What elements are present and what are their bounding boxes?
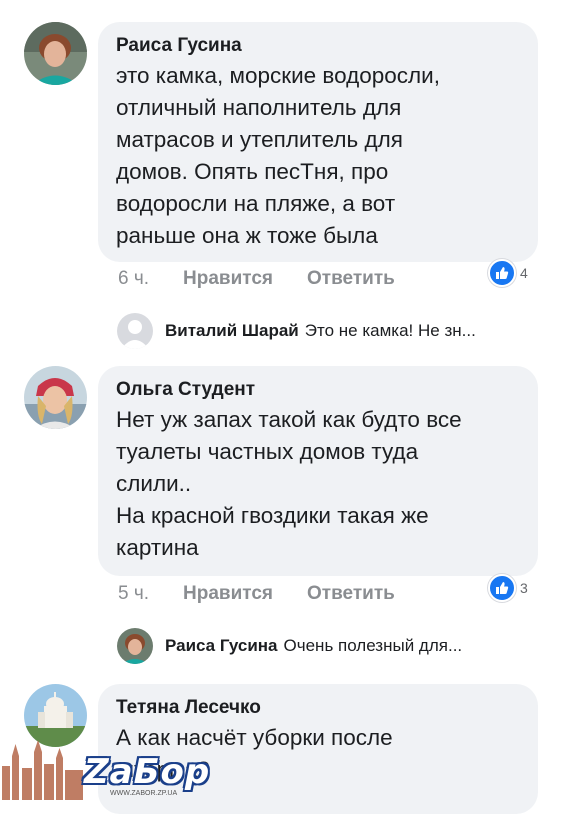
reply-author[interactable]: Виталий Шарай	[165, 321, 299, 341]
comment-author[interactable]: Раиса Гусина	[116, 34, 520, 58]
reply-text: Это не камка! Не зн...	[304, 321, 476, 340]
comment-bubble: Ольга Студент Нет уж запах такой как буд…	[98, 366, 538, 576]
reply-author[interactable]: Раиса Гусина	[165, 636, 278, 656]
reply-preview[interactable]: Виталий Шарай Это не камка! Не зн...	[117, 313, 476, 349]
comment-author[interactable]: Ольга Студент	[116, 378, 520, 402]
reaction-count-label: 4	[520, 265, 528, 281]
reaction-count-label: 3	[520, 580, 528, 596]
avatar-placeholder	[117, 313, 153, 349]
watermark-url: WWW.ZABOR.ZP.UA	[110, 790, 178, 797]
thumbs-up-icon	[488, 259, 516, 287]
comment-time[interactable]: 6 ч.	[118, 268, 149, 290]
comment-actions: 5 ч. Нравится Ответить	[118, 583, 429, 605]
like-button[interactable]: Нравится	[183, 268, 273, 290]
reply-text: Очень полезный для...	[283, 636, 463, 655]
reaction-count[interactable]: 3	[488, 574, 528, 602]
comment-actions: 6 ч. Нравится Ответить	[118, 268, 429, 290]
comment-time[interactable]: 5 ч.	[118, 583, 149, 605]
reply-button[interactable]: Ответить	[307, 583, 395, 605]
avatar[interactable]	[24, 22, 87, 85]
comment-bubble: Раиса Гусина это камка, морские водоросл…	[98, 22, 538, 262]
comment-text: Нет уж запах такой как будто все туалеты…	[116, 407, 462, 560]
watermark-brand: ZaБор	[84, 752, 211, 792]
comment-text: это камка, морские водоросли, отличный н…	[116, 63, 440, 248]
reply-button[interactable]: Ответить	[307, 268, 395, 290]
thumbs-up-icon	[488, 574, 516, 602]
like-button[interactable]: Нравится	[183, 583, 273, 605]
reply-preview[interactable]: Раиса Гусина Очень полезный для...	[117, 628, 462, 664]
avatar[interactable]	[24, 366, 87, 429]
reaction-count[interactable]: 4	[488, 259, 528, 287]
comment-author[interactable]: Тетяна Лесечко	[116, 696, 520, 720]
avatar	[117, 628, 153, 664]
